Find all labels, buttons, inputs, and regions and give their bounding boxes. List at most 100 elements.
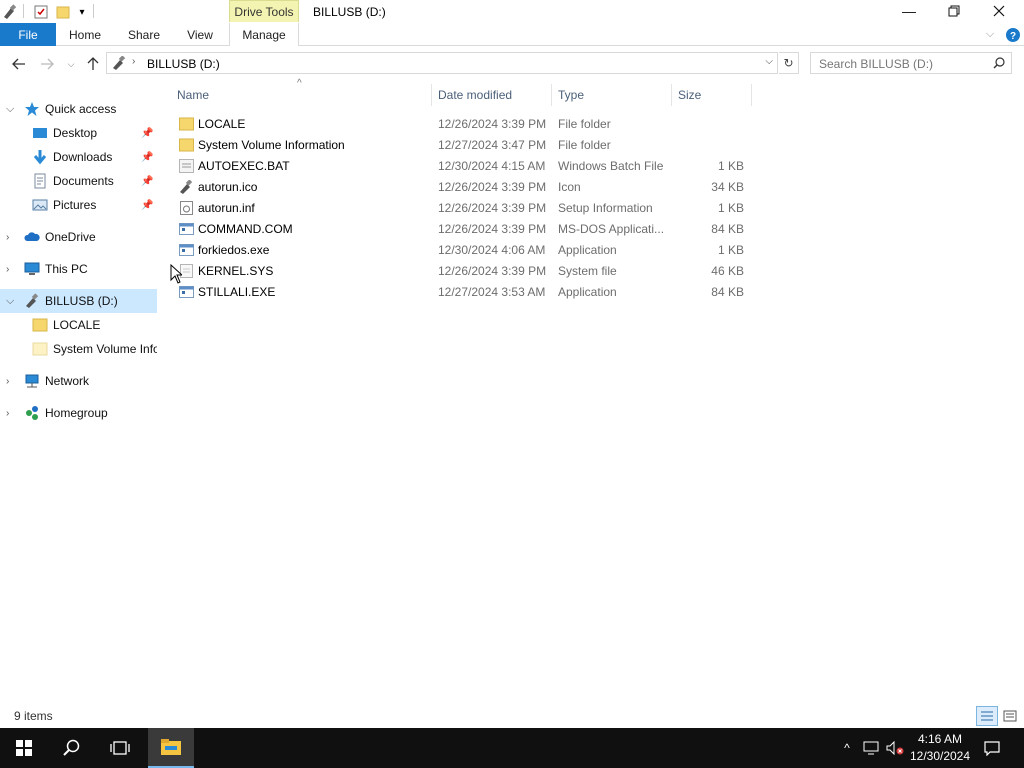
- nav-this-pc[interactable]: › This PC: [0, 257, 157, 281]
- file-date-modified: 12/27/2024 3:53 AM: [438, 285, 546, 299]
- file-date-modified: 12/26/2024 3:39 PM: [438, 117, 547, 131]
- file-type: Setup Information: [558, 201, 653, 215]
- customize-toolbar-icon[interactable]: ▾: [73, 3, 91, 21]
- close-button[interactable]: [976, 0, 1022, 22]
- usb-drive-icon: [0, 3, 18, 21]
- tab-home[interactable]: Home: [62, 23, 108, 46]
- file-date-modified: 12/26/2024 3:39 PM: [438, 180, 547, 194]
- file-row[interactable]: forkiedos.exe 12/30/2024 4:06 AM Applicati…: [172, 239, 752, 260]
- search-taskbar-button[interactable]: [48, 728, 96, 768]
- minimize-button[interactable]: —: [886, 0, 932, 22]
- search-icon[interactable]: [993, 57, 1005, 72]
- forward-button[interactable]: [38, 55, 56, 73]
- refresh-button[interactable]: ↻: [779, 52, 799, 74]
- nav-folder-locale[interactable]: LOCALE: [0, 313, 157, 337]
- nav-homegroup[interactable]: › Homegroup: [0, 401, 157, 425]
- expanded-chevron-icon[interactable]: ⌵: [6, 295, 18, 308]
- nav-item-pictures[interactable]: Pictures 📌: [0, 193, 157, 217]
- file-name: AUTOEXEC.BAT: [198, 159, 290, 173]
- column-header-type[interactable]: Type: [552, 84, 672, 106]
- downloads-icon: [32, 149, 48, 165]
- network-status-icon[interactable]: [860, 728, 882, 768]
- title-bar: ▾ Drive Tools BILLUSB (D:) —: [0, 0, 1024, 24]
- folder-icon: [32, 341, 48, 357]
- new-folder-icon[interactable]: [54, 3, 72, 21]
- collapsed-chevron-icon[interactable]: ›: [6, 408, 18, 419]
- collapsed-chevron-icon[interactable]: ›: [6, 264, 18, 275]
- nav-billusb-drive[interactable]: ⌵ BILLUSB (D:): [0, 289, 157, 313]
- address-dropdown-icon[interactable]: ⌵: [765, 56, 773, 67]
- details-view-button[interactable]: [976, 706, 998, 726]
- tab-manage[interactable]: Manage: [229, 23, 299, 46]
- file-explorer-taskbar-button[interactable]: [148, 728, 194, 768]
- breadcrumb[interactable]: BILLUSB (D:): [147, 57, 220, 71]
- nav-network[interactable]: › Network: [0, 369, 157, 393]
- file-row[interactable]: COMMAND.COM 12/26/2024 3:39 PM MS-DOS Appl…: [172, 218, 752, 239]
- file-type: System file: [558, 264, 617, 278]
- up-button[interactable]: [84, 55, 102, 73]
- column-header-size[interactable]: Size: [672, 84, 752, 106]
- start-button[interactable]: [0, 728, 48, 768]
- pin-icon[interactable]: 📌: [141, 200, 153, 211]
- ribbon-tabs: File Home Share View Manage ⌵ ?: [0, 23, 1024, 46]
- batch-file-icon: [179, 159, 194, 173]
- recent-locations-button[interactable]: ⌵: [62, 55, 80, 73]
- properties-icon[interactable]: [32, 3, 50, 21]
- tab-file[interactable]: File: [0, 23, 56, 46]
- star-icon: [24, 101, 40, 117]
- nav-item-desktop[interactable]: Desktop 📌: [0, 121, 157, 145]
- breadcrumb-chevron-icon[interactable]: ›: [132, 56, 135, 67]
- action-center-icon[interactable]: [980, 728, 1004, 768]
- file-row[interactable]: STILLALI.EXE 12/27/2024 3:53 AM Applicatio…: [172, 281, 752, 302]
- clock-time: 4:16 AM: [917, 732, 963, 746]
- expanded-chevron-icon[interactable]: ⌵: [6, 103, 18, 116]
- computer-icon: [24, 261, 40, 277]
- nav-item-downloads[interactable]: Downloads 📌: [0, 145, 157, 169]
- file-row[interactable]: autorun.inf 12/26/2024 3:39 PM Setup Infor…: [172, 197, 752, 218]
- search-box[interactable]: Search BILLUSB (D:): [810, 52, 1012, 74]
- cloud-icon: [24, 229, 40, 245]
- large-icons-view-button[interactable]: [1000, 706, 1020, 726]
- folder-icon: [179, 138, 194, 152]
- pin-icon[interactable]: 📌: [141, 128, 153, 139]
- taskbar-clock[interactable]: 4:16 AM 12/30/2024: [900, 731, 980, 765]
- nav-folder-system-volume[interactable]: System Volume Information: [0, 337, 157, 361]
- column-header-row: ^ Name Date modified Type Size: [172, 78, 752, 106]
- file-size: 34 KB: [711, 180, 744, 194]
- column-header-date[interactable]: Date modified: [432, 84, 552, 106]
- file-row[interactable]: System Volume Information 12/27/2024 3:47…: [172, 134, 752, 155]
- search-input[interactable]: Search BILLUSB (D:): [819, 57, 933, 71]
- application-icon: [179, 285, 194, 299]
- file-row[interactable]: autorun.ico 12/26/2024 3:39 PM Icon 34 KB: [172, 176, 752, 197]
- usb-drive-icon: [111, 55, 127, 73]
- expand-ribbon-icon[interactable]: ⌵: [982, 23, 998, 46]
- show-hidden-icons-button[interactable]: ^: [838, 728, 856, 768]
- application-icon: [179, 243, 194, 257]
- restore-button[interactable]: [931, 0, 977, 22]
- file-row[interactable]: AUTOEXEC.BAT 12/30/2024 4:15 AM Windows Ba…: [172, 155, 752, 176]
- file-name: COMMAND.COM: [198, 222, 293, 236]
- file-size: 46 KB: [711, 264, 744, 278]
- file-row[interactable]: LOCALE 12/26/2024 3:39 PM File folder: [172, 113, 752, 134]
- address-bar[interactable]: › BILLUSB (D:) ⌵: [106, 52, 778, 74]
- help-icon[interactable]: ?: [1004, 23, 1022, 46]
- pin-icon[interactable]: 📌: [141, 152, 153, 163]
- collapsed-chevron-icon[interactable]: ›: [6, 376, 18, 387]
- file-date-modified: 12/30/2024 4:15 AM: [438, 159, 546, 173]
- tab-view[interactable]: View: [180, 23, 220, 46]
- nav-quick-access[interactable]: ⌵ Quick access: [0, 97, 157, 121]
- tab-share[interactable]: Share: [122, 23, 166, 46]
- file-row[interactable]: KERNEL.SYS 12/26/2024 3:39 PM System file 4…: [172, 260, 752, 281]
- folder-icon: [179, 117, 194, 131]
- usb-drive-icon: [24, 293, 40, 309]
- status-item-count: 9 items: [14, 709, 53, 723]
- nav-item-documents[interactable]: Documents 📌: [0, 169, 157, 193]
- collapsed-chevron-icon[interactable]: ›: [6, 232, 18, 243]
- task-view-button[interactable]: [96, 728, 144, 768]
- back-button[interactable]: [10, 55, 28, 73]
- column-header-name[interactable]: Name: [172, 84, 432, 106]
- pin-icon[interactable]: 📌: [141, 176, 153, 187]
- documents-icon: [32, 173, 48, 189]
- file-type: MS-DOS Applicati...: [558, 222, 665, 236]
- nav-onedrive[interactable]: › OneDrive: [0, 225, 157, 249]
